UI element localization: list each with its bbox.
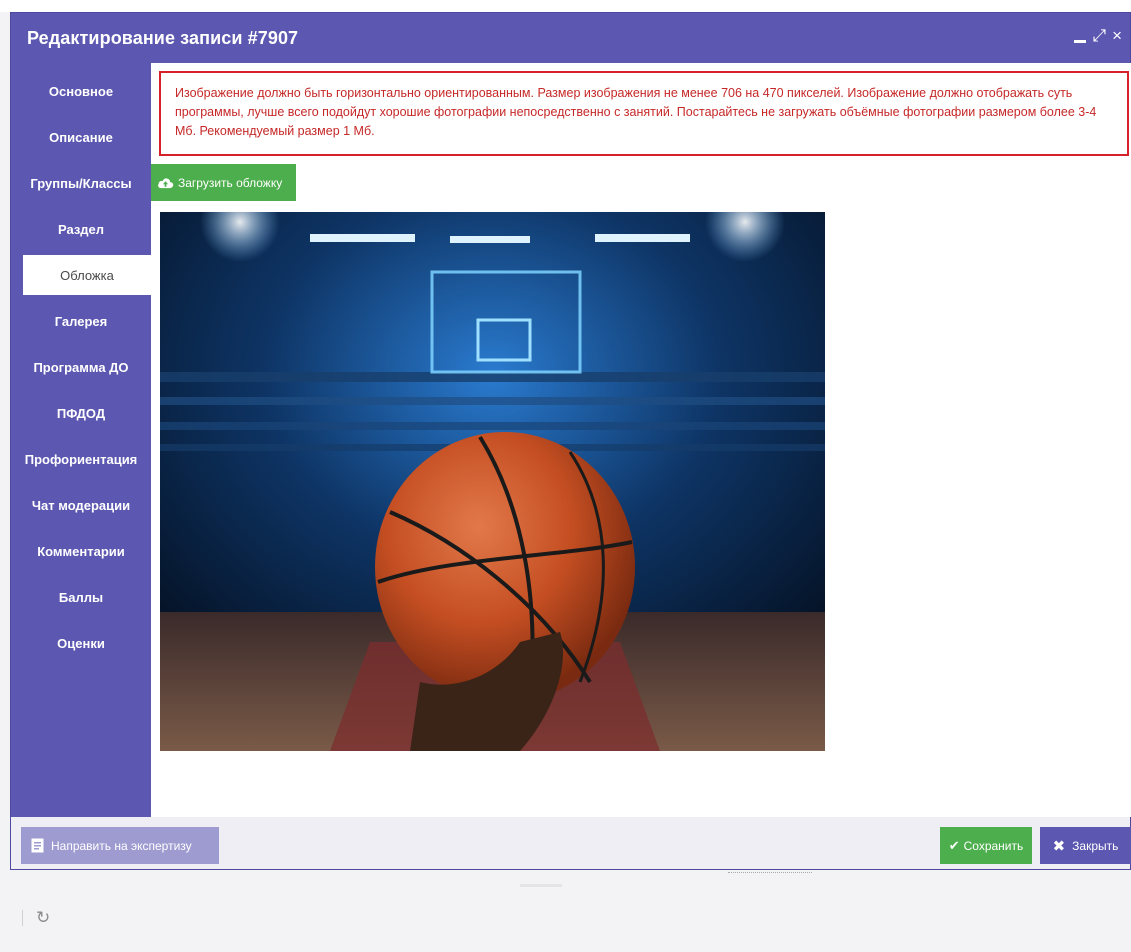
send-to-expertise-button[interactable]: Направить на экспертизу (21, 827, 219, 864)
sidebar-item-main[interactable]: Основное (11, 71, 151, 111)
dialog-footer: Направить на экспертизу ✔ Сохранить ✖ За… (11, 817, 1131, 869)
sidebar-item-ratings[interactable]: Оценки (11, 623, 151, 663)
refresh-icon[interactable]: ↻ (36, 908, 52, 927)
sidebar-item-section[interactable]: Раздел (11, 209, 151, 249)
sidebar-item-pfdod[interactable]: ПФДОД (11, 393, 151, 433)
close-x-icon: ✖ (1052, 837, 1066, 855)
check-icon: ✔ (948, 837, 960, 853)
cover-panel: Изображение должно быть горизонтально ор… (151, 63, 1131, 817)
divider (22, 910, 23, 926)
close-label: Закрыть (1072, 838, 1119, 853)
sidebar-item-groups[interactable]: Группы/Классы (11, 163, 151, 203)
maximize-icon[interactable]: ⤢ (1092, 27, 1106, 45)
close-icon[interactable]: × (1112, 27, 1122, 45)
image-requirements-alert: Изображение должно быть горизонтально ор… (159, 71, 1129, 156)
drag-handle[interactable] (520, 884, 562, 887)
cover-image (160, 212, 825, 751)
sidebar-item-description[interactable]: Описание (11, 117, 151, 157)
sidebar-item-comments[interactable]: Комментарии (11, 531, 151, 571)
page-top-strip (0, 0, 1131, 12)
sidebar-item-career[interactable]: Профориентация (11, 439, 151, 479)
sidebar-item-cover[interactable]: Обложка (23, 255, 151, 295)
dialog-titlebar: Редактирование записи #7907 ⤢ × (11, 13, 1130, 63)
save-button[interactable]: ✔ Сохранить (940, 827, 1032, 864)
sidebar-item-program[interactable]: Программа ДО (11, 347, 151, 387)
document-icon (31, 838, 44, 853)
send-to-expertise-label: Направить на экспертизу (51, 838, 192, 853)
edit-record-dialog: Редактирование записи #7907 ⤢ × Основное… (10, 12, 1131, 870)
minimize-icon[interactable] (1074, 39, 1087, 43)
sidebar-nav: Основное Описание Группы/Классы Раздел О… (11, 63, 151, 817)
cloud-upload-icon (158, 177, 174, 188)
window-controls: ⤢ × (1074, 27, 1122, 45)
upload-cover-button[interactable]: Загрузить обложку (151, 164, 296, 201)
resize-dots (728, 872, 812, 874)
dialog-title: Редактирование записи #7907 (27, 28, 299, 48)
upload-cover-label: Загрузить обложку (178, 175, 283, 190)
close-button[interactable]: ✖ Закрыть (1040, 827, 1131, 864)
sidebar-item-points[interactable]: Баллы (11, 577, 151, 617)
sidebar-item-moderation-chat[interactable]: Чат модерации (11, 485, 151, 525)
save-label: Сохранить (963, 838, 1024, 853)
sidebar-item-gallery[interactable]: Галерея (11, 301, 151, 341)
